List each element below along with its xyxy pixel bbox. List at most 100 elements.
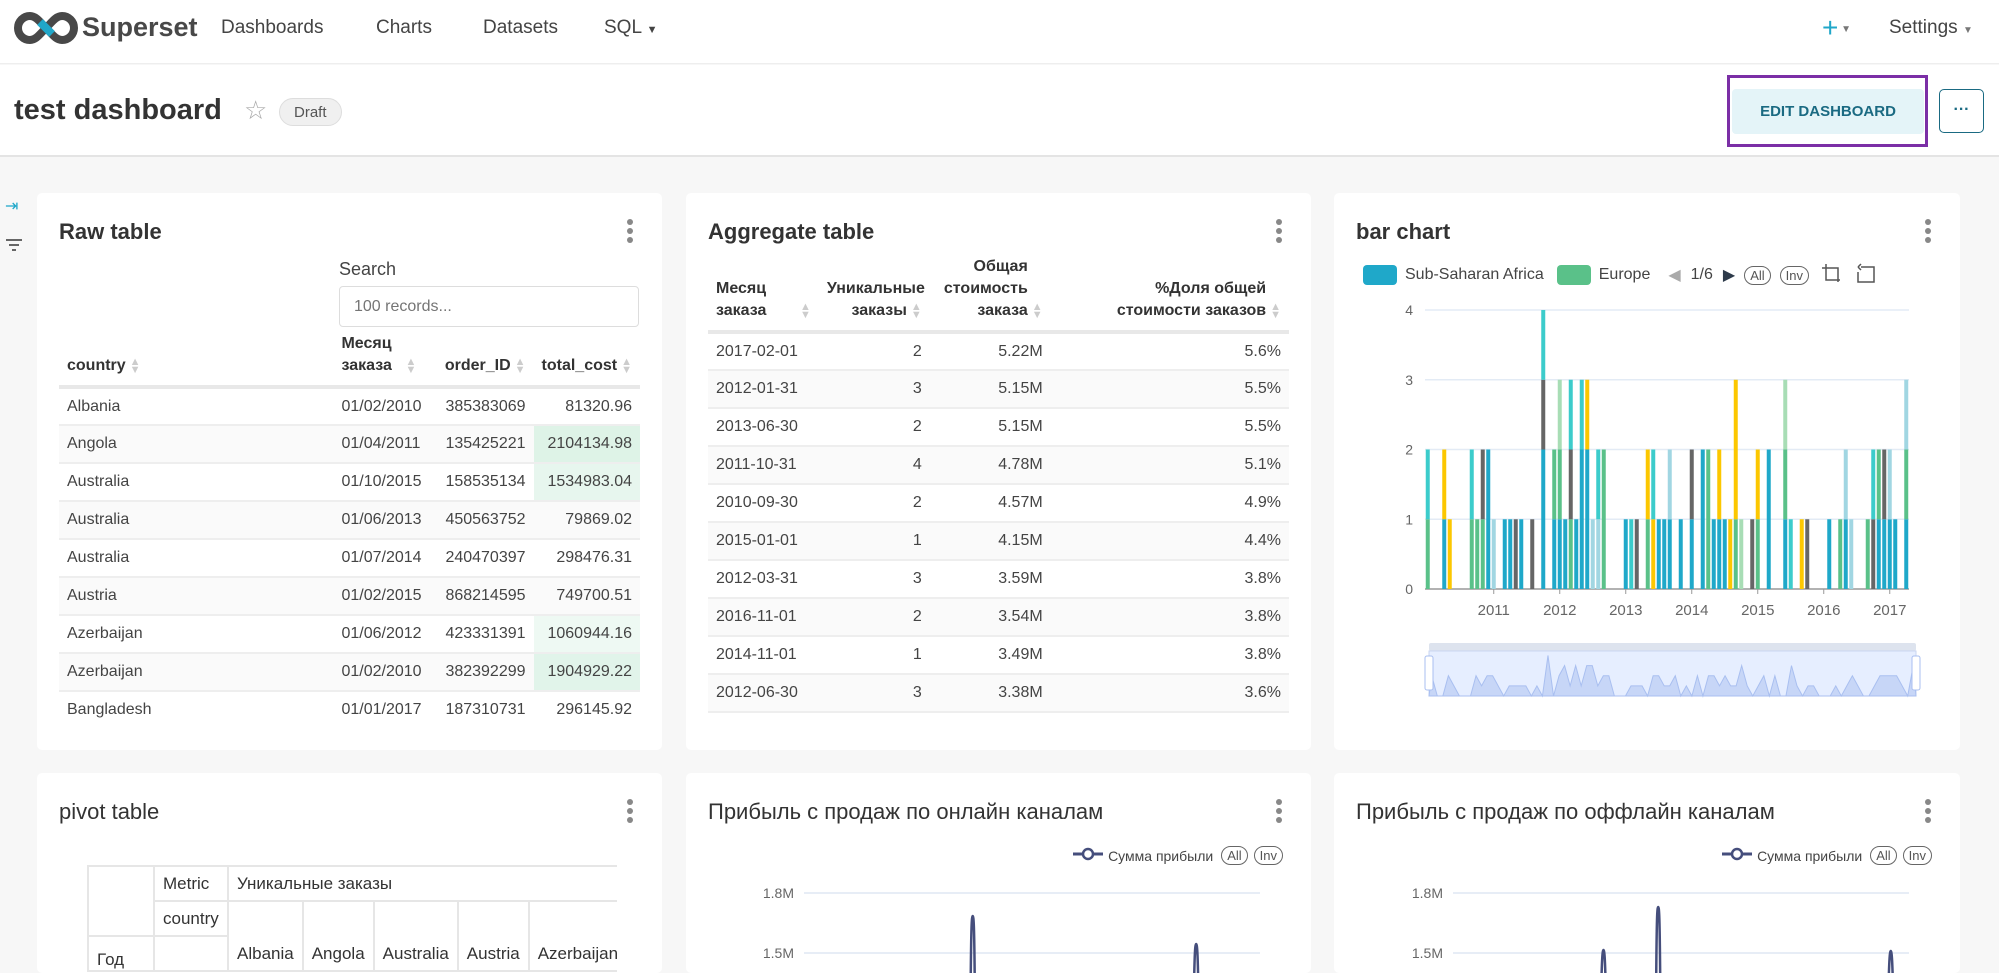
more-options-button[interactable]: ··· (1939, 89, 1984, 133)
bar-segment[interactable] (1805, 519, 1810, 589)
settings-menu[interactable]: Settings ▼ (1889, 17, 1973, 39)
bar-segment[interactable] (1838, 519, 1843, 589)
column-header[interactable]: total_cost ▲ ▼ (533, 333, 640, 389)
bar-segment[interactable] (1887, 519, 1892, 589)
pivot-col-header[interactable]: Austria (456, 900, 530, 972)
column-header[interactable]: country ▲ ▼ (59, 333, 334, 389)
table-row[interactable]: 2016-11-01 2 3.54M 3.8% (708, 598, 1289, 637)
bar-segment[interactable] (1568, 519, 1573, 589)
bar-segment[interactable] (1541, 449, 1546, 590)
sort-icon[interactable]: ▲ ▼ (515, 356, 526, 375)
pivot-table-scroll[interactable]: Metric Уникальные заказы country Albania… (87, 865, 617, 973)
sort-icon[interactable]: ▲ ▼ (130, 356, 141, 375)
aggregate-table-scroll[interactable]: Месяц заказа ▲ ▼ Уникальные заказы ▲ ▼ Общая с… (708, 256, 1289, 727)
nav-charts[interactable]: Charts (376, 17, 432, 39)
line-series-peak[interactable] (1654, 905, 1662, 973)
bar-segment[interactable] (1755, 449, 1760, 520)
column-header[interactable]: Месяц заказа ▲ ▼ (333, 333, 430, 389)
line-series-peak[interactable] (969, 914, 976, 973)
bar-segment[interactable] (1475, 519, 1480, 589)
raw-table-scroll[interactable]: country ▲ ▼ Месяц заказа ▲ ▼ order_ID ▲ ▼ total_c… (59, 333, 640, 727)
table-row[interactable]: Bangladesh 01/01/2017 187310731 296145.92 (59, 691, 640, 727)
bar-segment[interactable] (1783, 379, 1788, 450)
legend-item-profit[interactable]: Сумма прибыли (1108, 848, 1213, 864)
bar-segment[interactable] (1579, 379, 1584, 450)
bar-segment[interactable] (1634, 519, 1639, 589)
expand-filters-icon[interactable]: ⇥ (5, 196, 18, 216)
bar-segment[interactable] (1425, 449, 1430, 520)
bar-segment[interactable] (1656, 519, 1661, 589)
table-row[interactable]: Azerbaijan 01/06/2012 423331391 1060944.16 (59, 615, 640, 654)
bar-segment[interactable] (1513, 519, 1518, 589)
line-series-peak[interactable] (1193, 942, 1200, 973)
bar-segment[interactable] (1755, 519, 1760, 589)
pivot-col-header[interactable]: Australia (372, 900, 459, 972)
bar-segment[interactable] (1711, 519, 1716, 589)
table-row[interactable]: 2014-11-01 1 3.49M 3.8% (708, 636, 1289, 675)
offline-profit-plot[interactable]: 1.8M 1.5M (1334, 773, 1960, 973)
bar-segment[interactable] (1530, 519, 1535, 589)
card-menu-icon[interactable] (627, 799, 633, 823)
bar-segment[interactable] (1717, 519, 1722, 589)
bar-segment[interactable] (1596, 449, 1601, 520)
bar-segment[interactable] (1425, 519, 1430, 589)
pivot-col-header[interactable]: Albania (227, 900, 304, 972)
bar-segment[interactable] (1596, 519, 1601, 589)
bar-segment[interactable] (1739, 519, 1744, 589)
column-header[interactable]: Месяц заказа ▲ ▼ (708, 256, 819, 334)
bar-segment[interactable] (1733, 379, 1738, 520)
bar-segment[interactable] (1865, 519, 1870, 589)
bar-segment[interactable] (1574, 519, 1579, 589)
bar-segment[interactable] (1557, 449, 1562, 520)
bar-segment[interactable] (1557, 519, 1562, 589)
table-row[interactable]: Angola 01/04/2011 135425221 2104134.98 (59, 425, 640, 464)
bar-segment[interactable] (1552, 519, 1557, 589)
bar-segment[interactable] (1667, 519, 1672, 589)
legend-invert-button[interactable]: Inv (1253, 846, 1283, 865)
table-row[interactable]: Azerbaijan 01/02/2010 382392299 1904929.22 (59, 653, 640, 692)
table-row[interactable]: 2012-01-31 3 5.15M 5.5% (708, 370, 1289, 409)
bar-segment[interactable] (1750, 519, 1755, 589)
bar-segment[interactable] (1843, 519, 1848, 589)
legend-select-all-button[interactable]: All (1870, 846, 1897, 865)
pivot-col-header[interactable]: Azerbaijan (527, 900, 617, 972)
bar-segment[interactable] (1568, 449, 1573, 520)
column-header[interactable]: Уникальные заказы ▲ ▼ (818, 256, 930, 334)
bar-segment[interactable] (1442, 519, 1447, 589)
line-series-peak[interactable] (1887, 949, 1894, 973)
bar-segment[interactable] (1519, 519, 1524, 589)
bar-segment[interactable] (1651, 519, 1656, 589)
bar-segment[interactable] (1871, 449, 1876, 520)
bar-segment[interactable] (1447, 519, 1452, 589)
column-header[interactable]: order_ID ▲ ▼ (429, 333, 534, 389)
bar-segment[interactable] (1645, 449, 1650, 520)
bar-segment[interactable] (1486, 449, 1491, 590)
bar-segment[interactable] (1887, 449, 1892, 520)
bar-segment[interactable] (1585, 379, 1590, 450)
sort-icon[interactable]: ▲ ▼ (1270, 301, 1281, 320)
bar-segment[interactable] (1480, 519, 1485, 589)
bar-segment[interactable] (1788, 519, 1793, 589)
table-row[interactable]: Australia 01/10/2015 158535134 1534983.04 (59, 463, 640, 502)
table-row[interactable]: 2017-02-01 2 5.22M 5.6% (708, 332, 1289, 371)
bar-segment[interactable] (1689, 449, 1694, 520)
star-icon[interactable]: ☆ (244, 95, 267, 126)
nav-dashboards[interactable]: Dashboards (221, 17, 323, 39)
bar-segment[interactable] (1700, 449, 1705, 590)
table-row[interactable]: Australia 01/07/2014 240470397 298476.31 (59, 539, 640, 578)
table-row[interactable]: 2013-06-30 2 5.15M 5.5% (708, 408, 1289, 447)
superset-logo-icon[interactable] (14, 11, 78, 49)
legend-item-profit[interactable]: Сумма прибыли (1757, 848, 1862, 864)
table-row[interactable]: Australia 01/06/2013 450563752 79869.02 (59, 501, 640, 540)
bar-segment[interactable] (1541, 379, 1546, 450)
bar-segment[interactable] (1876, 519, 1881, 589)
column-header[interactable]: %Доля общей стоимости заказов ▲ ▼ (1050, 256, 1289, 334)
column-header[interactable]: Общая стоимость заказа ▲ ▼ (929, 256, 1051, 334)
bar-segment[interactable] (1689, 519, 1694, 589)
slider-left-handle[interactable] (1424, 655, 1434, 691)
table-row[interactable] (708, 712, 1289, 727)
bar-segment[interactable] (1783, 449, 1788, 520)
bar-segment[interactable] (1469, 449, 1474, 520)
bar-segment[interactable] (1651, 449, 1656, 520)
add-new-menu[interactable]: + ▼ (1822, 12, 1851, 44)
